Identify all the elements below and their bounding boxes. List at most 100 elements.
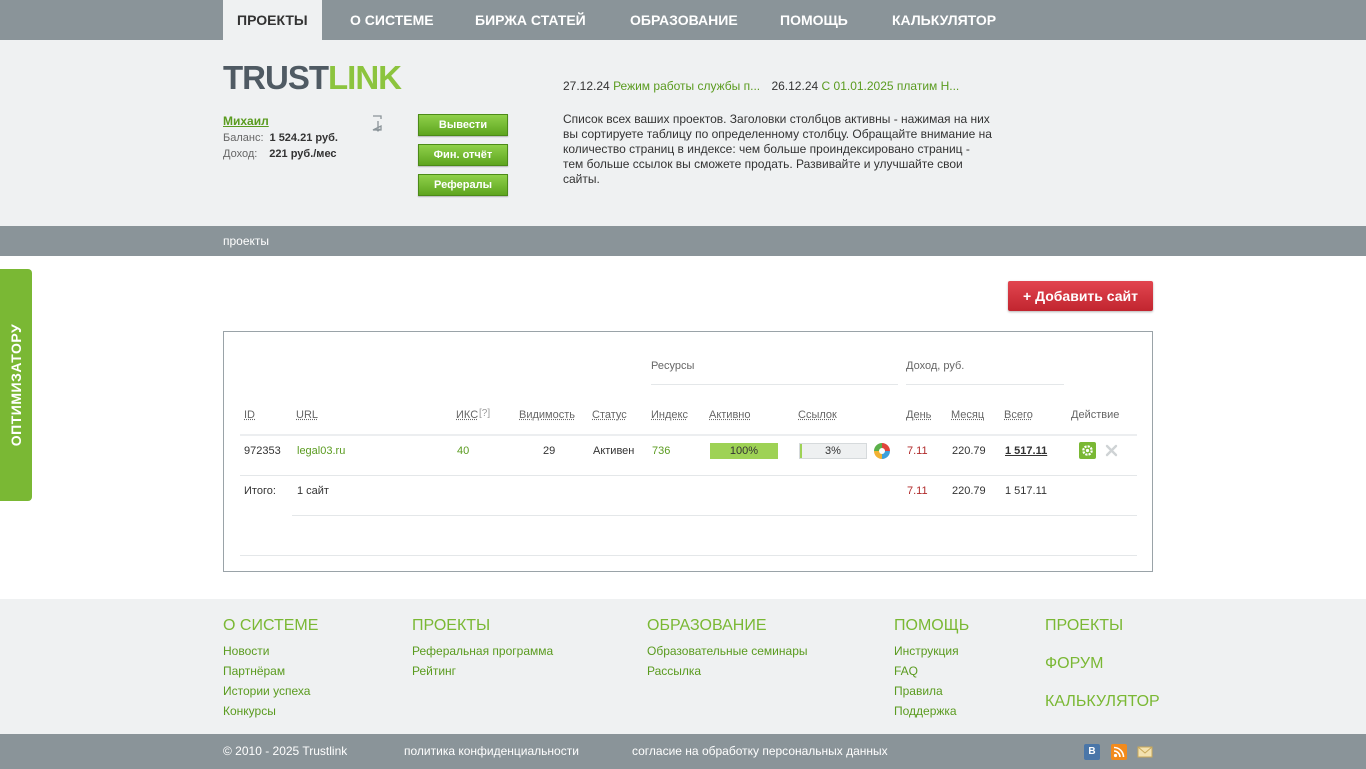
col-links[interactable]: Ссылок [798,409,837,421]
group-divider [651,384,898,385]
col-iks[interactable]: ИКС [456,409,478,421]
balance-row: Баланс: 1 524.21 руб. [223,132,338,144]
col-id[interactable]: ID [244,409,255,421]
rss-icon[interactable] [1111,744,1127,760]
news-ticker: 27.12.24 Режим работы службы п... 26.12.… [563,79,959,93]
settings-gear-icon[interactable] [1079,442,1096,459]
news-link[interactable]: С 01.01.2025 платим Н... [822,79,960,93]
fin-report-button[interactable]: Фин. отчёт [418,144,508,166]
group-income: Доход, руб. [906,360,965,372]
iks-link[interactable]: 40 [457,445,469,457]
footer-link-partners[interactable]: Партнёрам [223,661,318,681]
active-progress-label: 100% [729,445,759,457]
index-link[interactable]: 736 [652,445,670,457]
totals-day: 7.11 [907,485,928,497]
footer-col-title[interactable]: Образование [647,617,808,635]
footer-col-help: Помощь Инструкция FAQ Правила Поддержка [894,617,969,721]
income-label: Доход: [223,148,258,160]
footer-col-about: О системе Новости Партнёрам Истории успе… [223,617,318,721]
footer-col-education: Образование Образовательные семинары Рас… [647,617,808,681]
col-status[interactable]: Статус [592,409,627,421]
footer-link-faq[interactable]: FAQ [894,661,969,681]
income-value: 221 руб./мес [269,148,337,160]
delete-icon[interactable] [1105,444,1118,457]
breadcrumb-projects[interactable]: проекты [223,234,269,248]
footer-link-instructions[interactable]: Инструкция [894,641,969,661]
mail-icon[interactable] [1137,744,1153,760]
footer-link-success-stories[interactable]: Истории успеха [223,681,318,701]
col-day[interactable]: День [906,409,931,421]
footer-col-projects: Проекты Реферальная программа Рейтинг [412,617,553,681]
footer-link-rules[interactable]: Правила [894,681,969,701]
page-description: Список всех ваших проектов. Заголовки ст… [563,112,992,186]
links-progress-label: 3% [825,445,841,457]
nav-article-exchange[interactable]: Биржа статей [461,0,600,40]
footer-link-calculator[interactable]: КАЛЬКУЛЯТОР [1045,693,1160,711]
news-link[interactable]: Режим работы службы п... [613,79,760,93]
footer-link-rating[interactable]: Рейтинг [412,661,553,681]
cell-status: Активен [593,445,635,457]
logo[interactable]: TRUSTLINK [223,59,402,96]
group-divider [906,384,1064,385]
logo-part-trust: TRUST [223,59,329,96]
footer-link-newsletter[interactable]: Рассылка [647,661,808,681]
nav-calculator[interactable]: Калькулятор [878,0,1010,40]
footer-link-contests[interactable]: Конкурсы [223,701,318,721]
footer-link-news[interactable]: Новости [223,641,318,661]
cell-total[interactable]: 1 517.11 [1005,445,1047,457]
income-row: Доход: 221 руб./мес [223,148,337,160]
referrals-button[interactable]: Рефералы [418,174,508,196]
footer-link-support[interactable]: Поддержка [894,701,969,721]
footer-link-forum[interactable]: ФОРУМ [1045,655,1160,673]
nav-help[interactable]: Помощь [766,0,862,40]
cell-index: 736 [652,445,670,457]
totals-total: 1 517.11 [1005,485,1048,497]
group-resources: Ресурсы [651,360,695,372]
user-name-link[interactable]: Михаил [223,114,269,128]
footer: О системе Новости Партнёрам Истории успе… [0,599,1366,734]
links-progress-bar: 3% [799,443,867,459]
nav-about[interactable]: О системе [336,0,448,40]
cell-url: legal03.ru [297,445,345,457]
vk-icon[interactable]: В [1084,744,1100,760]
footer-link-seminars[interactable]: Образовательные семинары [647,641,808,661]
top-navigation: Проекты О системе Биржа статей Образован… [0,0,1366,40]
projects-table: Ресурсы Доход, руб. ID URL ИКС [?] Видим… [223,331,1153,572]
withdraw-button[interactable]: Вывести [418,114,508,136]
site-url-link[interactable]: legal03.ru [297,445,345,457]
col-url[interactable]: URL [296,409,318,421]
col-iks-label: ИКС [456,409,479,421]
col-month[interactable]: Месяц [951,409,984,421]
cell-visibility: 29 [543,445,556,457]
cell-iks: 40 [457,445,469,457]
side-tab-label: ОПТИМИЗАТОРУ [8,323,24,447]
cell-id: 972353 [244,445,281,457]
balance-value: 1 524.21 руб. [269,132,338,144]
footer-col-title[interactable]: О системе [223,617,318,635]
logout-icon[interactable] [370,114,386,132]
optimizer-side-tab[interactable]: ОПТИМИЗАТОРУ [0,269,32,501]
footer-col-title[interactable]: Помощь [894,617,969,635]
links-status-icon[interactable] [873,442,891,460]
col-active[interactable]: Активно [709,409,751,421]
col-visibility[interactable]: Видимость [519,409,575,421]
add-site-button[interactable]: + Добавить сайт [1008,281,1153,311]
logo-part-link: LINK [328,59,402,96]
totals-month: 220.79 [952,485,986,497]
footer-col-title[interactable]: Проекты [412,617,553,635]
iks-help-icon[interactable]: [?] [479,408,490,419]
cell-day: 7.11 [907,445,928,457]
totals-sites: 1 сайт [297,485,329,497]
row-divider [292,515,1137,516]
balance-label: Баланс: [223,132,264,144]
news-date: 26.12.24 [771,79,819,93]
footer-link-projects[interactable]: ПРОЕКТЫ [1045,617,1160,635]
footer-link-referral-program[interactable]: Реферальная программа [412,641,553,661]
nav-education[interactable]: Образование [616,0,752,40]
col-index[interactable]: Индекс [651,409,688,421]
col-total[interactable]: Всего [1004,409,1033,421]
nav-projects[interactable]: Проекты [223,0,322,40]
privacy-link[interactable]: политика конфиденциальности [404,744,579,758]
consent-link[interactable]: согласие на обработку персональных данны… [632,744,888,758]
breadcrumb: проекты [0,226,1366,256]
